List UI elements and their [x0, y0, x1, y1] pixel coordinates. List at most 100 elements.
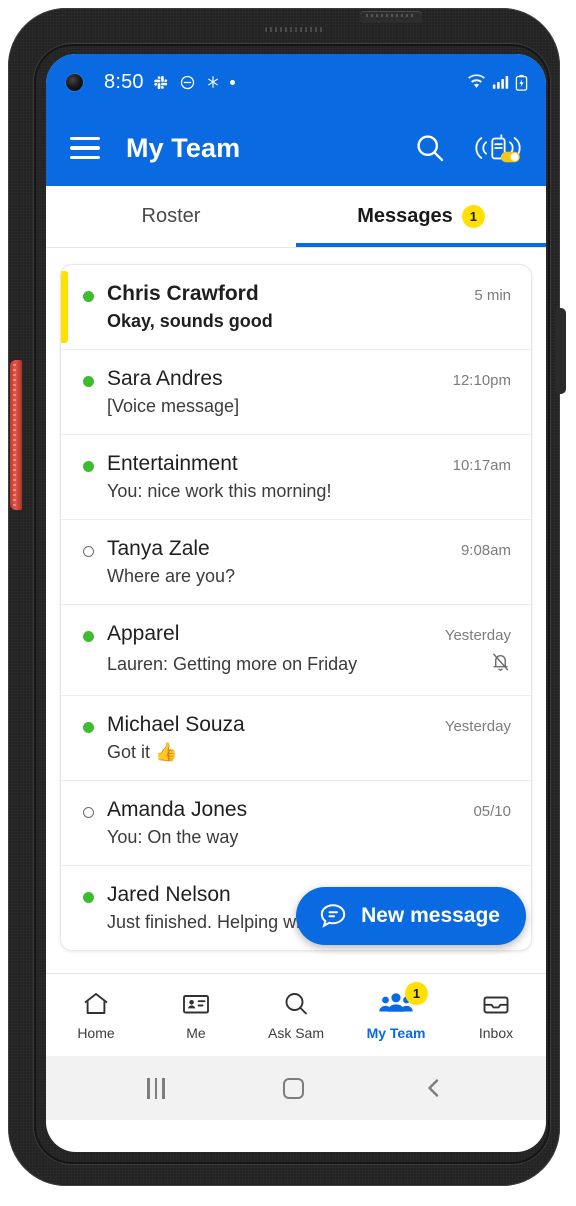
- id-card-icon: [181, 989, 211, 1019]
- nav-item-me-label: Me: [186, 1025, 206, 1041]
- message-preview-text: Where are you?: [107, 566, 236, 586]
- top-hardware-button[interactable]: [360, 11, 422, 23]
- screenshot-stage: 8:50 My Team Roster Messages 1 Chris Cra…: [0, 0, 576, 1206]
- messages-card: Chris Crawford 5 min Okay, sounds good S…: [60, 264, 532, 951]
- message-sender-name: Entertainment: [107, 452, 238, 475]
- nav-item-my-team[interactable]: 1 My Team: [346, 982, 446, 1041]
- back-chevron-icon[interactable]: [423, 1077, 445, 1099]
- message-preview-text: Lauren: Getting more on Friday: [107, 654, 358, 674]
- message-list-item[interactable]: Entertainment 10:17am You: nice work thi…: [61, 435, 531, 520]
- new-message-button[interactable]: New message: [296, 887, 526, 945]
- status-bar-right: [467, 74, 528, 91]
- message-header: Tanya Zale 9:08am: [107, 537, 511, 561]
- dot-icon: [229, 79, 235, 85]
- message-preview-line: You: On the way: [107, 827, 511, 848]
- page-title: My Team: [126, 132, 241, 163]
- tab-bar: Roster Messages 1: [46, 186, 546, 248]
- message-list-item[interactable]: Sara Andres 12:10pm [Voice message]: [61, 350, 531, 435]
- message-preview-line: Lauren: Getting more on Friday: [107, 651, 511, 678]
- battery-charging-icon: [515, 74, 528, 91]
- message-preview-line: You: nice work this morning!: [107, 481, 511, 502]
- nav-item-home-label: Home: [77, 1025, 115, 1041]
- message-sender-name: Tanya Zale: [107, 537, 210, 560]
- speaker-grille: [265, 27, 323, 32]
- message-sender-name: Michael Souza: [107, 713, 245, 736]
- chat-bubble-icon: [320, 904, 346, 928]
- message-header: Entertainment 10:17am: [107, 452, 511, 476]
- message-sender-name: Amanda Jones: [107, 798, 248, 821]
- status-bar-left: 8:50: [104, 72, 235, 92]
- message-preview-text: You: nice work this morning!: [107, 481, 332, 501]
- tab-roster[interactable]: Roster: [46, 186, 296, 247]
- home-square-icon[interactable]: [283, 1077, 305, 1099]
- message-header: Michael Souza Yesterday: [107, 713, 511, 737]
- hamburger-menu-icon[interactable]: [70, 137, 100, 160]
- message-body: Michael Souza Yesterday Got it 👍: [107, 713, 511, 763]
- message-list-item[interactable]: Apparel Yesterday Lauren: Getting more o…: [61, 605, 531, 696]
- message-body: Amanda Jones 05/10 You: On the way: [107, 798, 511, 848]
- new-message-label: New message: [361, 904, 500, 927]
- presence-dot-offline: [83, 807, 94, 818]
- do-not-disturb-icon: [180, 75, 194, 89]
- status-bar-clock: 8:50: [104, 71, 144, 93]
- message-timestamp: 05/10: [473, 803, 511, 820]
- message-body: Entertainment 10:17am You: nice work thi…: [107, 452, 511, 502]
- message-preview-line: Where are you?: [107, 566, 511, 587]
- message-timestamp: 9:08am: [460, 542, 511, 559]
- message-timestamp: Yesterday: [444, 627, 511, 644]
- nav-item-my-team-badge: 1: [405, 982, 428, 1005]
- nav-item-home[interactable]: Home: [46, 989, 146, 1041]
- people-group-icon: 1: [377, 982, 428, 1019]
- message-sender-name: Jared Nelson: [107, 883, 231, 906]
- nav-item-ask-sam-label: Ask Sam: [267, 1025, 324, 1041]
- message-preview-line: Okay, sounds good: [107, 311, 511, 332]
- app-bar: My Team: [46, 110, 546, 186]
- nav-item-ask-sam[interactable]: Ask Sam: [246, 989, 346, 1041]
- push-to-talk-hardware-button[interactable]: [10, 360, 22, 510]
- message-preview-text: You: On the way: [107, 827, 239, 847]
- power-hardware-button[interactable]: [556, 308, 566, 394]
- presence-dot-online: [83, 291, 94, 302]
- tab-messages[interactable]: Messages 1: [296, 186, 546, 247]
- home-icon: [81, 989, 111, 1019]
- message-list-item[interactable]: Michael Souza Yesterday Got it 👍: [61, 696, 531, 781]
- phone-screen: 8:50 My Team Roster Messages 1 Chris Cra…: [46, 54, 546, 1152]
- app-bar-actions: [414, 129, 524, 167]
- phone-case: 8:50 My Team Roster Messages 1 Chris Cra…: [8, 8, 566, 1186]
- nav-item-inbox[interactable]: Inbox: [446, 989, 546, 1041]
- message-list-item[interactable]: Chris Crawford 5 min Okay, sounds good: [61, 265, 531, 350]
- message-body: Apparel Yesterday Lauren: Getting more o…: [107, 622, 511, 678]
- message-sender-name: Chris Crawford: [107, 282, 259, 305]
- message-preview-line: Got it 👍: [107, 742, 511, 763]
- message-header: Apparel Yesterday: [107, 622, 511, 646]
- cellular-signal-icon: [492, 76, 509, 89]
- walkie-talkie-toggle-icon[interactable]: [472, 129, 524, 167]
- presence-dot-offline: [83, 546, 94, 557]
- status-bar: 8:50: [46, 54, 546, 110]
- message-body: Sara Andres 12:10pm [Voice message]: [107, 367, 511, 417]
- message-preview-text: Got it 👍: [107, 742, 178, 762]
- bluetooth-icon: [207, 76, 218, 88]
- search-icon[interactable]: [414, 132, 446, 164]
- message-body: Tanya Zale 9:08am Where are you?: [107, 537, 511, 587]
- message-header: Amanda Jones 05/10: [107, 798, 511, 822]
- presence-dot-online: [83, 376, 94, 387]
- message-header: Sara Andres 12:10pm: [107, 367, 511, 391]
- android-system-nav-bar: [46, 1056, 546, 1120]
- message-preview-text: Okay, sounds good: [107, 311, 273, 331]
- presence-dot-online: [83, 631, 94, 642]
- message-list-item[interactable]: Amanda Jones 05/10 You: On the way: [61, 781, 531, 866]
- message-list-item[interactable]: Tanya Zale 9:08am Where are you?: [61, 520, 531, 605]
- recents-icon[interactable]: [147, 1077, 165, 1099]
- messages-list-area: Chris Crawford 5 min Okay, sounds good S…: [46, 248, 546, 973]
- unread-accent-bar: [61, 271, 68, 343]
- nav-item-me[interactable]: Me: [146, 989, 246, 1041]
- slack-icon: [154, 75, 167, 89]
- search-icon: [281, 989, 311, 1019]
- message-timestamp: 5 min: [474, 287, 511, 304]
- tab-messages-badge: 1: [461, 205, 485, 228]
- message-preview-line: [Voice message]: [107, 396, 511, 417]
- nav-item-inbox-label: Inbox: [478, 1025, 514, 1041]
- message-sender-name: Apparel: [107, 622, 180, 645]
- message-timestamp: 10:17am: [452, 457, 511, 474]
